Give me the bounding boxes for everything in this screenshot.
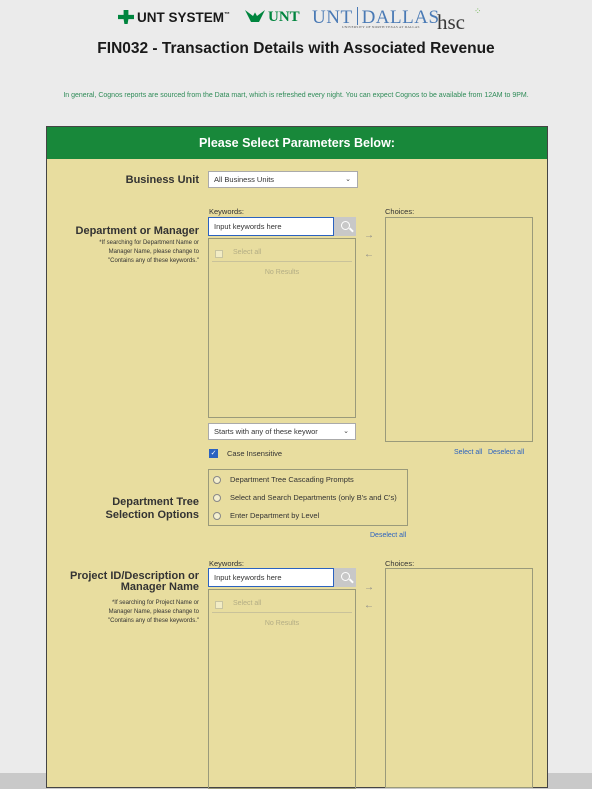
department-hint-line: "Contains any of these keywords." [108, 258, 199, 264]
option-enter-by-level[interactable]: Enter Department by Level [230, 511, 319, 520]
insert-arrow-icon[interactable]: → [364, 230, 374, 241]
case-insensitive-label: Case Insensitive [227, 449, 283, 458]
chevron-down-icon: ⌄ [343, 428, 349, 435]
department-select-all: Select all [233, 249, 262, 256]
logo-bar: UNT SYSTEM™ UNT UNT DALLAS UNIVERSITY OF N… [0, 6, 592, 35]
department-search-input[interactable]: Input keywords here [208, 217, 334, 236]
department-select-all-link[interactable]: Select all [454, 449, 482, 456]
insert-arrow-icon[interactable]: → [364, 582, 374, 593]
case-insensitive-checkbox[interactable]: ✓ [209, 449, 218, 458]
project-results-list[interactable] [208, 589, 356, 789]
radio-select-search[interactable] [213, 494, 221, 502]
radio-cascading-prompts[interactable] [213, 476, 221, 484]
department-choices-label: Choices: [385, 207, 415, 216]
department-hint-line: Manager Name, please change to [108, 249, 199, 255]
project-label-line: Manager Name [120, 581, 199, 593]
department-search-mode-value: Starts with any of these keywor [214, 427, 318, 436]
hsc-logo: hsc ⁘ [437, 6, 481, 35]
option-select-search[interactable]: Select and Search Departments (only B's … [230, 493, 397, 502]
department-tree-label-line: Department Tree [112, 496, 199, 508]
department-hint: *If searching for Department Name or Man… [47, 239, 199, 266]
chevron-down-icon: ⌄ [345, 176, 351, 183]
search-icon[interactable] [334, 568, 356, 587]
business-unit-label: Business Unit [125, 174, 199, 186]
project-choices-label: Choices: [385, 559, 415, 568]
search-icon[interactable] [334, 217, 356, 236]
department-results-list[interactable] [208, 238, 356, 418]
radio-enter-by-level[interactable] [213, 512, 221, 520]
project-label: Project ID/Description or Manager Name [47, 571, 199, 593]
hsc-logo-text: hsc [437, 10, 465, 34]
project-choices-list[interactable] [385, 568, 533, 788]
department-label: Department or Manager [75, 225, 199, 237]
remove-arrow-icon[interactable]: ← [364, 600, 374, 611]
divider [212, 261, 352, 262]
project-hint-line: Manager Name, please change to [108, 609, 199, 615]
unt-system-logo: UNT SYSTEM™ [118, 10, 230, 25]
unt-logo-text: UNT [268, 9, 300, 25]
unt-logo: UNT [245, 9, 300, 26]
project-no-results: No Results [264, 620, 300, 627]
unt-dallas-logo-sub: UNIVERSITY OF NORTH TEXAS AT DALLAS [342, 25, 420, 29]
department-choices-list[interactable] [385, 217, 533, 442]
department-no-results: No Results [264, 269, 300, 276]
option-cascading-prompts[interactable]: Department Tree Cascading Prompts [230, 475, 354, 484]
project-hint-line: "Contains any of these keywords." [108, 618, 199, 624]
unt-dallas-logo: UNT DALLAS UNIVERSITY OF NORTH TEXAS AT DA… [312, 7, 440, 29]
tree-deselect-all-link[interactable]: Deselect all [370, 532, 406, 539]
unt-system-logo-text: UNT SYSTEM [137, 10, 225, 25]
department-tree-label: Department Tree Selection Options [47, 496, 199, 522]
page: UNT SYSTEM™ UNT UNT DALLAS UNIVERSITY OF N… [0, 0, 592, 789]
availability-notice: In general, Cognos reports are sourced f… [63, 92, 529, 99]
department-tree-label-line: Selection Options [105, 509, 199, 521]
department-search-mode-select[interactable]: Starts with any of these keywor ⌄ [208, 423, 356, 440]
project-hint: *If searching for Project Name or Manage… [47, 599, 199, 626]
texas-star-icon [118, 10, 134, 24]
project-select-all-checkbox[interactable] [215, 601, 223, 609]
department-select-all-checkbox[interactable] [215, 250, 223, 258]
department-hint-line: *If searching for Department Name or [99, 240, 199, 246]
hsc-dots-icon: ⁘ [474, 6, 481, 16]
business-unit-value: All Business Units [214, 175, 275, 184]
divider [212, 612, 352, 613]
eagle-icon [245, 10, 265, 22]
panel-title: Please Select Parameters Below: [47, 127, 547, 159]
business-unit-select[interactable]: All Business Units ⌄ [208, 171, 358, 188]
page-title: FIN032 - Transaction Details with Associ… [97, 40, 495, 57]
project-select-all: Select all [233, 600, 262, 607]
project-keywords-label: Keywords: [209, 559, 245, 568]
project-hint-line: *If searching for Project Name or [111, 600, 199, 606]
parameters-panel: Please Select Parameters Below: Business… [46, 126, 548, 789]
remove-arrow-icon[interactable]: ← [364, 249, 374, 260]
project-search-input[interactable]: Input keywords here [208, 568, 334, 587]
department-keywords-label: Keywords: [209, 207, 245, 216]
department-deselect-all-link[interactable]: Deselect all [488, 449, 524, 456]
